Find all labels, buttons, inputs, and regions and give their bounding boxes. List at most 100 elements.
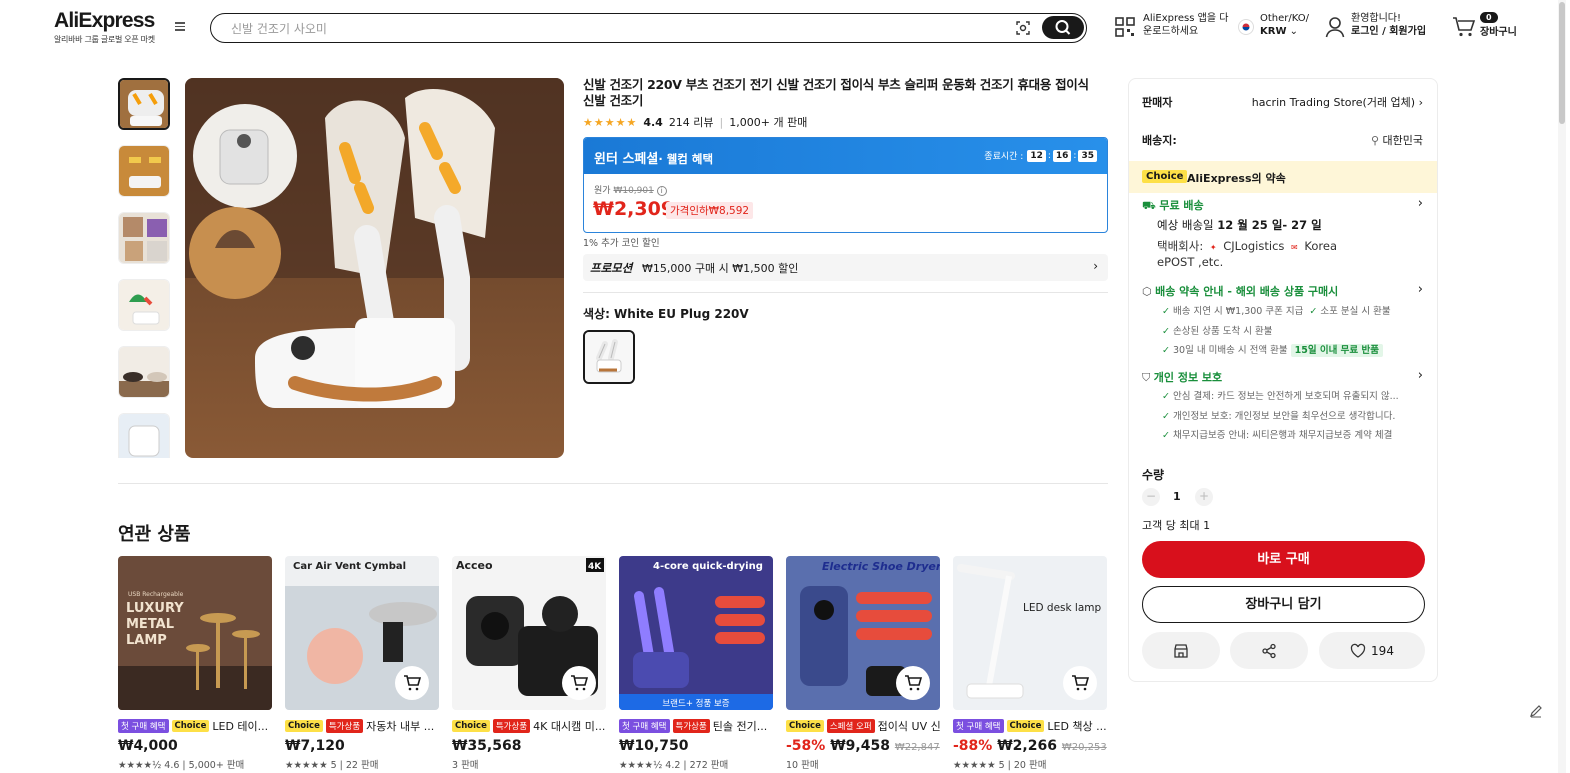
chevron-right-icon[interactable]: › <box>1418 282 1423 297</box>
discount-percent: -88% <box>953 738 993 754</box>
related-product-card[interactable]: 4-core quick-drying 브랜드+ 정품 보증 첫 구매 혜택 특가… <box>619 556 773 771</box>
add-to-cart-button[interactable]: 장바구니 담기 <box>1142 586 1425 623</box>
product-image[interactable]: USB Rechargeable LUXURY METAL LAMP <box>118 556 272 710</box>
search-bar[interactable]: 신발 건조기 사오미 <box>210 13 1087 43</box>
quantity-increase-button[interactable]: + <box>1195 488 1213 506</box>
scrollbar-thumb[interactable] <box>1559 2 1565 124</box>
timer-minutes: 16 <box>1052 149 1072 162</box>
first-purchase-badge: 첫 구매 혜택 <box>953 719 1004 733</box>
add-to-cart-icon[interactable] <box>562 666 596 700</box>
search-button[interactable] <box>1042 16 1084 39</box>
buy-now-button[interactable]: 바로 구매 <box>1142 541 1425 578</box>
app-download-link[interactable]: AliExpress 앱을 다 운로드하세요 <box>1143 12 1228 38</box>
carrier-label: 택배회사: <box>1157 239 1204 253</box>
thumbnail-3[interactable] <box>118 212 170 264</box>
page-scrollbar[interactable] <box>1558 0 1566 773</box>
sold-count: 1,000+ 개 판매 <box>729 116 808 129</box>
delivery-promise-row[interactable]: ⬡ 배송 약속 안내 - 해외 배송 상품 구매시 <box>1142 283 1338 299</box>
promotion-row[interactable]: 프로모션 ₩15,000 구매 시 ₩1,500 할인 › <box>583 254 1108 281</box>
shield-box-icon: ⬡ <box>1142 285 1152 298</box>
related-product-card[interactable]: Car Air Vent Cymbal Choice 특가상품 자동차 내부 ...… <box>285 556 439 771</box>
chevron-right-icon[interactable]: › <box>1418 368 1423 383</box>
choice-badge: Choice <box>786 720 824 732</box>
promise-3: 30일 내 미배송 시 전액 환불 <box>1173 345 1288 356</box>
related-product-card[interactable]: USB Rechargeable LUXURY METAL LAMP 첫 구매 혜택 C… <box>118 556 272 771</box>
store-icon <box>1174 643 1188 658</box>
product-tags: Choice스페셜 오퍼접이식 UV 신... <box>786 718 940 734</box>
add-to-cart-icon[interactable] <box>896 666 930 700</box>
review-count[interactable]: 214 리뷰 <box>669 114 714 130</box>
product-meta: ★★★★★ 5 | 20 판매 <box>953 760 1047 771</box>
thumbnail-5[interactable] <box>118 346 170 398</box>
thumbnail-6[interactable] <box>118 413 170 458</box>
thumbnail-2[interactable] <box>118 145 170 197</box>
check-icon: ✓ <box>1162 306 1170 317</box>
wishlist-button[interactable]: 194 <box>1319 632 1425 669</box>
cart-label[interactable]: 장바구니 <box>1480 26 1517 39</box>
search-input[interactable]: 신발 건조기 사오미 <box>231 20 327 37</box>
color-option-white-eu[interactable] <box>583 330 635 384</box>
product-name[interactable]: 틴솔 전기... <box>713 718 767 734</box>
chevron-right-icon[interactable]: › <box>1418 196 1423 211</box>
add-to-cart-icon[interactable] <box>395 666 429 700</box>
product-price: ₩10,750 <box>619 738 689 754</box>
product-price: ₩9,458 <box>830 738 890 754</box>
product-image[interactable]: Electric Shoe Dryer <box>786 556 940 710</box>
carrier-row: 택배회사: ✦ CJLogistics ✉ Korea <box>1157 238 1337 254</box>
share-button[interactable] <box>1230 632 1308 669</box>
product-price-row: ₩4,000 <box>118 738 272 754</box>
product-name[interactable]: 자동차 내부 ... <box>366 718 434 734</box>
share-icon <box>1262 643 1276 658</box>
timer-seconds: 35 <box>1078 149 1097 162</box>
related-product-card[interactable]: Electric Shoe Dryer Choice 스페셜 오퍼 접이식 UV 신… <box>786 556 940 771</box>
quantity-decrease-button[interactable]: − <box>1142 488 1160 506</box>
svg-text:METAL: METAL <box>126 617 174 632</box>
main-product-image[interactable] <box>185 78 564 458</box>
check-icon: ✓ <box>1309 306 1318 317</box>
image-search-icon[interactable] <box>1015 20 1031 36</box>
thumbnail-1[interactable] <box>118 78 170 130</box>
privacy-row[interactable]: ⛉ 개인 정보 보호 <box>1142 369 1222 385</box>
heart-icon <box>1350 643 1366 658</box>
add-to-cart-icon[interactable] <box>1063 666 1097 700</box>
free-shipping-row[interactable]: ⛟ 무료 배송 <box>1142 197 1204 214</box>
quantity-label: 수량 <box>1142 468 1165 482</box>
qr-code-icon[interactable] <box>1114 16 1136 42</box>
store-button[interactable] <box>1142 632 1220 669</box>
product-name[interactable]: LED 책상 ... <box>1047 718 1106 734</box>
cart-icon[interactable] <box>1452 16 1476 42</box>
product-name[interactable]: 4K 대시캠 미... <box>533 718 605 734</box>
sale-banner: 윈터 스페셜· 웰컴 혜택 종료시간 : 12: 16: 35 <box>584 138 1107 174</box>
product-name[interactable]: 접이식 UV 신... <box>878 718 940 734</box>
product-image[interactable]: Acceo 4K <box>452 556 606 710</box>
product-image[interactable]: 4-core quick-drying 브랜드+ 정품 보증 <box>619 556 773 710</box>
ship-to-selector[interactable]: ⚲ 대한민국 <box>1371 132 1423 148</box>
hamburger-menu-icon[interactable] <box>172 20 188 36</box>
seller-link[interactable]: hacrin Trading Store(거래 업체) › <box>1252 94 1423 110</box>
quantity-value[interactable]: 1 <box>1173 490 1181 503</box>
promise-item-3: ✓ 30일 내 미배송 시 전액 환불 15일 이내 무료 반품 <box>1162 342 1383 357</box>
product-image[interactable]: LED desk lamp <box>953 556 1107 710</box>
logo-text: AliExpress <box>54 9 155 32</box>
product-image[interactable]: Car Air Vent Cymbal <box>285 556 439 710</box>
related-product-card[interactable]: LED desk lamp 첫 구매 혜택 Choice LED 책상 ... -8… <box>953 556 1107 771</box>
choice-badge: Choice <box>1006 720 1045 732</box>
feedback-pencil-icon[interactable] <box>1528 703 1544 719</box>
eta-prefix: 예상 배송일 <box>1157 218 1214 232</box>
thumbnail-4[interactable] <box>118 279 170 331</box>
related-product-card[interactable]: Acceo 4K Choice 특가상품 4K 대시캠 미... ₩35,568 3 … <box>452 556 606 771</box>
product-name[interactable]: LED 테이... <box>212 718 268 734</box>
info-icon[interactable]: i <box>656 185 667 196</box>
account-link[interactable]: 환영합니다! 로그인 / 회원가입 <box>1351 12 1426 38</box>
privacy-item-1: ✓ 안심 결제: 카드 정보는 안전하게 보호되며 유출되지 않... <box>1162 388 1399 402</box>
privacy-item-3: ✓ 채무지급보증 안내: 씨티은행과 채무지급보증 계약 체결 <box>1162 427 1392 441</box>
region-currency-selector[interactable]: Other/KO/ KRW ⌄ <box>1260 12 1309 38</box>
user-icon[interactable] <box>1325 16 1345 42</box>
deal-badge: 특가상품 <box>492 719 531 733</box>
first-purchase-badge: 첫 구매 혜택 <box>619 719 670 733</box>
rating-row[interactable]: ★★★★★ 4.4 214 리뷰 | 1,000+ 개 판매 <box>583 114 807 130</box>
chevron-right-icon: › <box>1418 96 1423 109</box>
aliexpress-logo[interactable]: AliExpress 알리바바 그룹 글로벌 오픈 마켓 <box>54 9 155 45</box>
currency-label: KRW <box>1260 26 1287 37</box>
svg-text:USB Rechargeable: USB Rechargeable <box>128 591 184 598</box>
